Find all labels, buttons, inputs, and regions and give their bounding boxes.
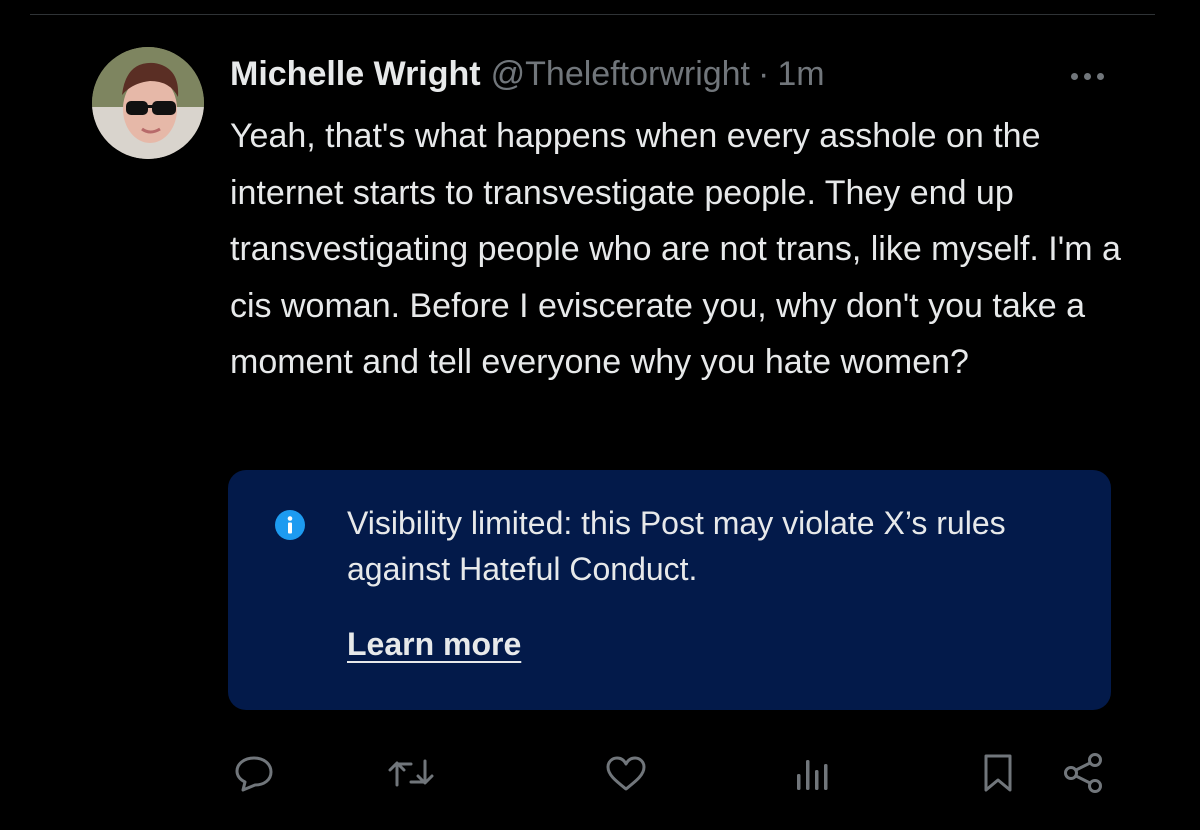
author-name[interactable]: Michelle Wright <box>230 52 481 96</box>
bookmark-icon[interactable] <box>980 752 1016 794</box>
share-icon[interactable] <box>1061 752 1107 794</box>
top-divider <box>30 14 1155 15</box>
post-timestamp[interactable]: 1m <box>777 52 824 96</box>
more-options-icon[interactable] <box>1062 58 1112 94</box>
more-dot <box>1070 72 1078 80</box>
more-dot <box>1083 72 1091 80</box>
repost-icon[interactable] <box>387 755 435 791</box>
notice-message: Visibility limited: this Post may violat… <box>347 505 1006 587</box>
post-header: Michelle Wright @Theleftorwright · 1m <box>230 52 825 96</box>
avatar[interactable] <box>92 47 204 159</box>
post-text: Yeah, that's what happens when every ass… <box>230 117 1121 381</box>
like-icon[interactable] <box>604 755 648 793</box>
header-separator: · <box>758 55 770 93</box>
author-handle[interactable]: @Theleftorwright <box>491 52 750 96</box>
views-icon[interactable] <box>793 752 833 792</box>
info-icon <box>275 510 305 540</box>
reply-icon[interactable] <box>233 753 275 793</box>
more-dot <box>1096 72 1104 80</box>
learn-more-link[interactable]: Learn more <box>347 622 521 666</box>
